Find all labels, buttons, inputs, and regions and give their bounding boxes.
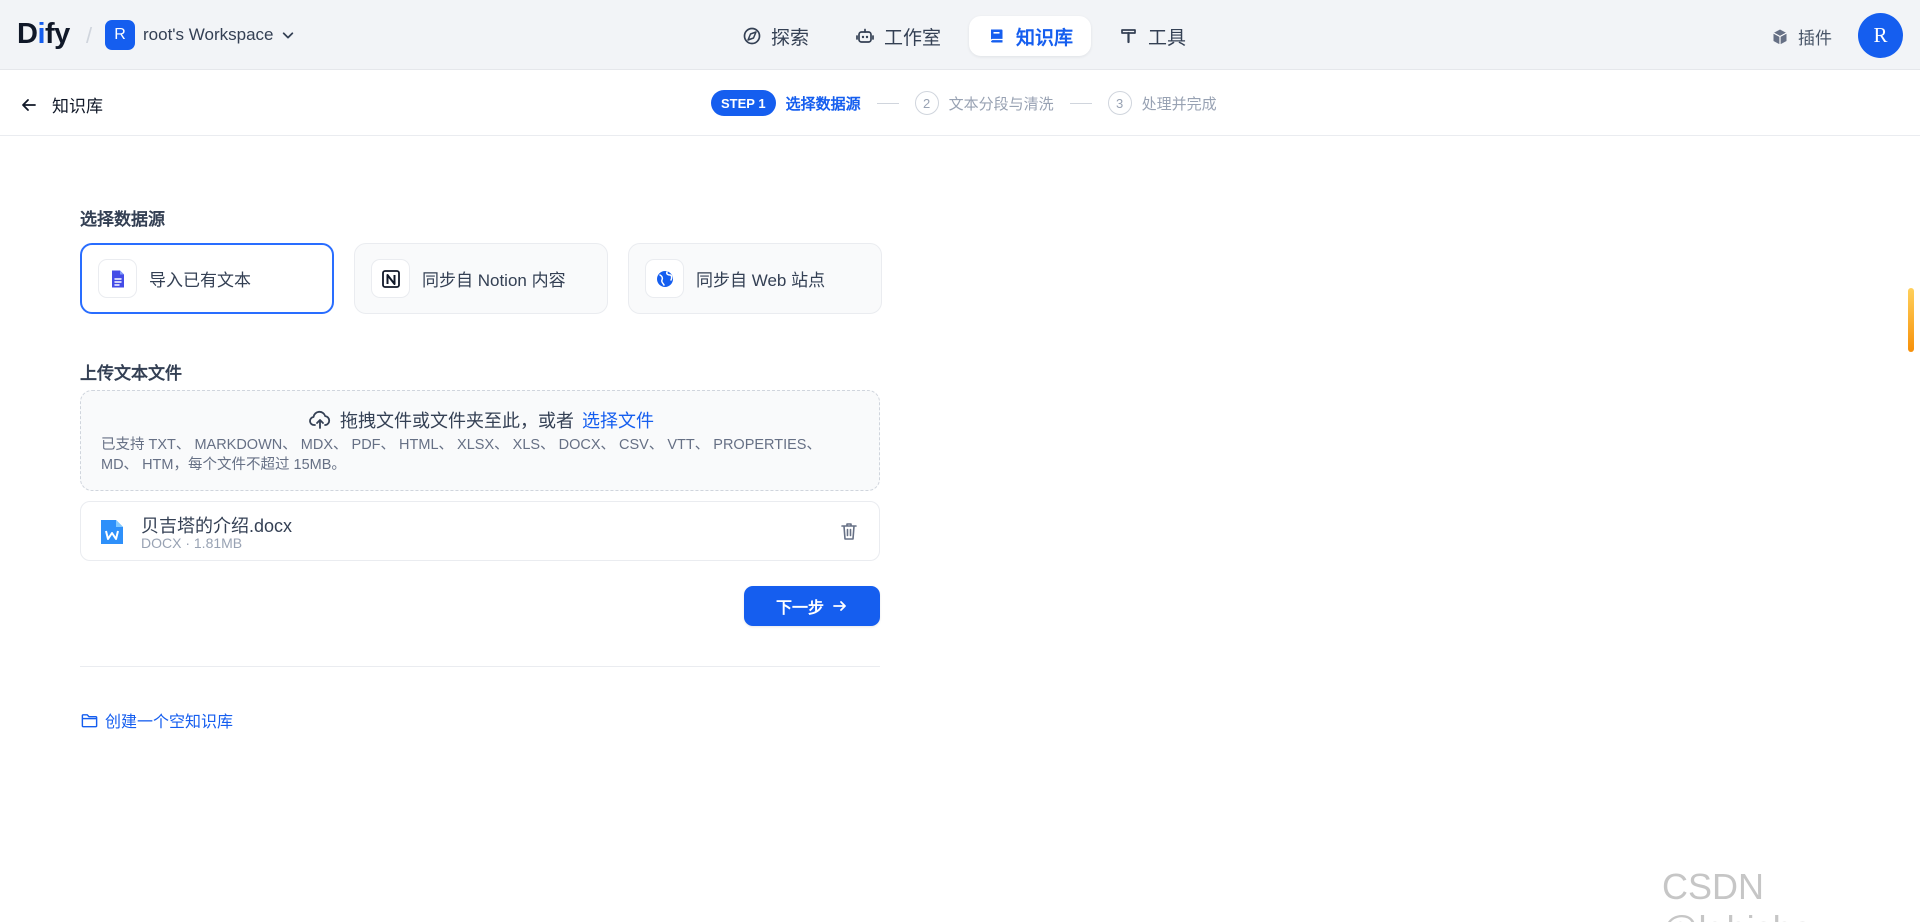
nav-knowledge[interactable]: 知识库 (969, 16, 1092, 56)
arrow-left-icon (22, 98, 36, 111)
datasource-notion-icon-box (371, 259, 410, 298)
create-empty-knowledge-link[interactable]: 创建一个空知识库 (80, 708, 233, 732)
nav-tools-label: 工具 (1148, 27, 1187, 49)
cloud-upload-icon (309, 410, 331, 429)
main-nav: 探索 工作室 知识库 工具 (724, 16, 1204, 56)
divider (80, 666, 880, 667)
dify-logo[interactable]: Dify (17, 18, 70, 51)
step-connector (876, 102, 899, 104)
hammer-icon (1121, 29, 1136, 44)
workspace-switcher[interactable]: R root's Workspace (105, 20, 295, 50)
datasource-title: 选择数据源 (80, 210, 165, 229)
back-to-knowledge[interactable]: 知识库 (20, 92, 103, 117)
chevron-down-icon (283, 32, 294, 39)
dropzone-text: 拖拽文件或文件夹至此，或者 (340, 411, 574, 431)
watermark: CSDN @lgbisha (1662, 866, 1813, 922)
file-meta: DOCX · 1.81MB (141, 535, 243, 551)
word-file-icon (101, 520, 123, 544)
back-label: 知识库 (52, 97, 103, 116)
globe-icon (656, 270, 673, 287)
datasource-web-icon-box (645, 259, 684, 298)
workspace-avatar: R (105, 20, 135, 50)
nav-knowledge-label: 知识库 (1016, 27, 1074, 49)
logo-text-i: i (37, 18, 46, 50)
upload-title: 上传文本文件 (80, 364, 182, 383)
step-connector (1069, 102, 1092, 104)
select-file-link[interactable]: 选择文件 (582, 407, 654, 433)
scroll-indicator[interactable] (1908, 288, 1914, 352)
notion-icon (381, 269, 400, 288)
step3-label: 处理并完成 (1141, 95, 1217, 113)
step-header: 知识库 STEP 1 选择数据源 2 文本分段与清洗 3 处理并完成 (0, 70, 1920, 136)
top-navbar: Dify / R root's Workspace 探索 工作室 知识库 工具 … (0, 0, 1920, 70)
nav-studio-label: 工作室 (884, 27, 942, 49)
step1-badge: STEP 1 (711, 90, 776, 116)
stepper: STEP 1 选择数据源 2 文本分段与清洗 3 处理并完成 (711, 90, 1217, 116)
arrow-right-icon (833, 601, 846, 611)
book-icon (990, 29, 1003, 43)
datasource-web-label: 同步自 Web 站点 (696, 271, 826, 290)
file-text-icon (111, 270, 124, 287)
nav-studio[interactable]: 工作室 (837, 16, 959, 56)
logo-text-fy: fy (45, 18, 70, 50)
workspace-name: root's Workspace (143, 25, 274, 44)
next-step-label: 下一步 (775, 600, 824, 617)
step2-label: 文本分段与清洗 (948, 95, 1054, 113)
step1-label: 选择数据源 (785, 95, 861, 113)
step3-number: 3 (1107, 91, 1132, 115)
logo-text-d: D (17, 18, 38, 50)
plugins-button[interactable]: 插件 (1770, 24, 1832, 49)
plugins-label: 插件 (1798, 29, 1832, 48)
datasource-web-card[interactable]: 同步自 Web 站点 (628, 243, 882, 314)
user-avatar[interactable]: R (1858, 13, 1903, 58)
nav-explore-label: 探索 (771, 27, 810, 49)
dropzone-main-line: 拖拽文件或文件夹至此，或者 选择文件 (81, 407, 881, 433)
cube-icon (1773, 29, 1787, 44)
next-step-button[interactable]: 下一步 (744, 586, 880, 626)
dropzone-hint: 已支持 TXT、 MARKDOWN、 MDX、 PDF、 HTML、 XLSX、… (101, 437, 821, 473)
datasource-notion-card[interactable]: 同步自 Notion 内容 (354, 243, 608, 314)
datasource-notion-label: 同步自 Notion 内容 (422, 271, 566, 290)
trash-icon[interactable] (838, 520, 860, 542)
step2-number: 2 (914, 91, 939, 115)
datasource-file-card[interactable]: 导入已有文本 (80, 243, 334, 314)
nav-explore[interactable]: 探索 (724, 16, 827, 56)
datasource-file-icon-box (98, 259, 137, 298)
create-empty-label: 创建一个空知识库 (105, 714, 234, 731)
datasource-file-label: 导入已有文本 (149, 271, 251, 290)
compass-icon (743, 27, 761, 45)
folder-icon (81, 713, 98, 727)
uploaded-file-item[interactable]: 贝吉塔的介绍.docx DOCX · 1.81MB (80, 501, 880, 561)
robot-icon (856, 28, 874, 43)
nav-tools[interactable]: 工具 (1101, 16, 1204, 56)
file-dropzone[interactable]: 拖拽文件或文件夹至此，或者 选择文件 已支持 TXT、 MARKDOWN、 MD… (80, 390, 880, 491)
logo-separator: / (86, 23, 93, 48)
